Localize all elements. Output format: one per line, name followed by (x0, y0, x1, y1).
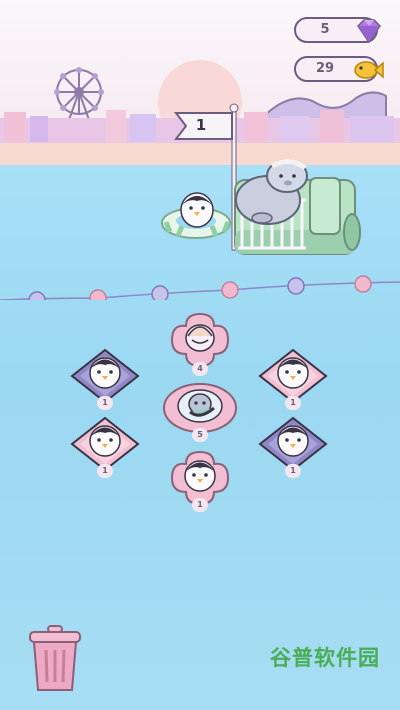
slot-right-lower[interactable]: 1 (256, 410, 330, 480)
slot-level-badge: 5 (192, 428, 208, 442)
penguin-in-swim-ring[interactable] (161, 192, 231, 239)
slot-level-badge: 1 (285, 464, 301, 478)
pool-scene (0, 159, 400, 300)
slot-bottom-flower[interactable]: 1 (162, 448, 238, 514)
slot-level-badge: 1 (285, 396, 301, 410)
slot-right-upper[interactable]: 1 (256, 342, 330, 412)
buoy-rope (28, 275, 372, 300)
slot-left-upper[interactable]: 1 (68, 342, 142, 412)
trash-can-icon[interactable] (26, 624, 84, 694)
slot-level-badge: 4 (192, 362, 208, 376)
slot-top-flower[interactable]: 4 (162, 310, 238, 376)
watermark-text: 谷普软件园 (270, 646, 380, 670)
slot-center-ring[interactable]: 5 (160, 378, 240, 444)
slot-level-badge: 1 (97, 396, 113, 410)
slot-left-lower[interactable]: 1 (68, 410, 142, 480)
slot-level-badge: 1 (97, 464, 113, 478)
slot-level-badge: 1 (192, 498, 208, 512)
